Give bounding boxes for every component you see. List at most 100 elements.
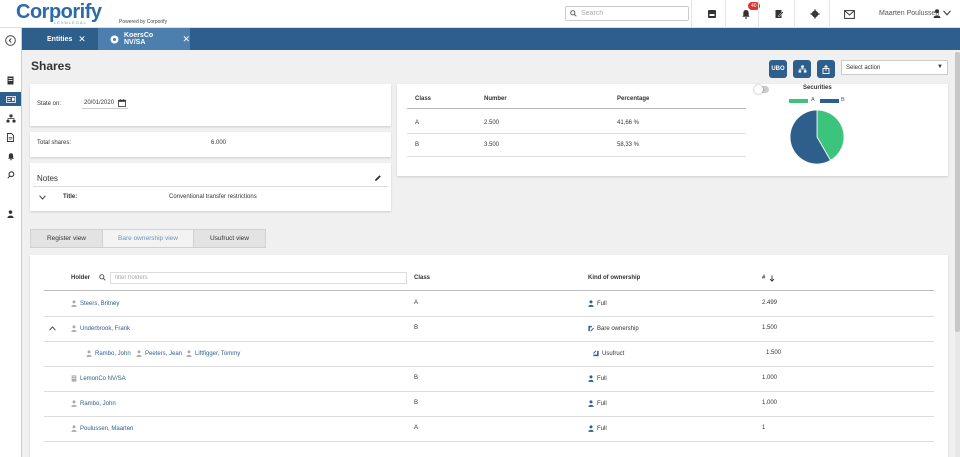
- tab-entities[interactable]: Entities ✕: [47, 28, 86, 50]
- cell-class: A: [415, 120, 420, 126]
- holder-count: 1.500: [766, 350, 782, 356]
- securities-card: [397, 84, 948, 176]
- ubo-button[interactable]: UBO: [769, 60, 787, 78]
- search-icon: [6, 171, 14, 179]
- tab-label: KoersCo NV/SA: [123, 32, 154, 46]
- sidebar-item-user[interactable]: [0, 207, 21, 221]
- view-label: Usufruct view: [209, 235, 249, 242]
- holder-kind: Usufruct: [593, 350, 624, 357]
- notes-heading: Notes: [37, 174, 58, 183]
- holder-name[interactable]: Rambo, John: [71, 400, 116, 407]
- sidebar-item-search[interactable]: [0, 168, 21, 182]
- sidebar-item-files[interactable]: [0, 130, 21, 144]
- holder-kind-text: Full: [597, 426, 607, 433]
- person-icon: [186, 350, 192, 357]
- tab-register-view[interactable]: Register view: [30, 229, 103, 248]
- usufruct-icon: [593, 350, 599, 357]
- pie-chart[interactable]: [788, 108, 846, 166]
- user-icon[interactable]: [933, 9, 941, 18]
- entity-icon: [110, 35, 119, 43]
- chevron-up-icon[interactable]: [49, 326, 56, 331]
- settings-button[interactable]: [794, 0, 834, 28]
- row-divider: [44, 416, 934, 417]
- select-action-dropdown[interactable]: Select action ▼: [841, 60, 948, 75]
- holder-count: 1.000: [762, 400, 778, 406]
- export-icon: [822, 64, 830, 74]
- holder-class: B: [414, 400, 419, 406]
- note-title-label: Title:: [63, 194, 78, 200]
- usufructuary-name[interactable]: Peeters, Jean: [136, 350, 182, 357]
- powered-by: Powered by Corporify: [119, 19, 168, 25]
- close-icon[interactable]: ✕: [78, 34, 86, 45]
- table-header-divider: [44, 290, 934, 291]
- filter-holders-input[interactable]: [110, 272, 407, 284]
- holder-name-text: Poulussen, Maarten: [80, 426, 134, 433]
- holder-kind-text: Full: [597, 376, 607, 383]
- search-icon: [99, 274, 106, 281]
- bare-ownership-icon: [588, 325, 594, 332]
- col-class: Class: [414, 275, 431, 281]
- holder-count: 2.499: [762, 300, 778, 306]
- search-input[interactable]: [581, 10, 681, 17]
- bell-icon: [741, 10, 750, 19]
- col-count[interactable]: #: [762, 275, 765, 281]
- view-label: Register view: [46, 235, 86, 242]
- user-name[interactable]: Maarten Poulussen: [879, 10, 939, 17]
- sidebar-item-alerts[interactable]: [0, 149, 21, 163]
- page-title: Shares: [31, 59, 72, 73]
- search-box[interactable]: [565, 6, 689, 21]
- messages-button[interactable]: [829, 0, 869, 28]
- scrollbar-thumb[interactable]: [955, 52, 960, 332]
- total-value: 6.000: [211, 140, 227, 146]
- holder-name[interactable]: Underbrook, Frank: [71, 325, 130, 332]
- sidebar-toggle[interactable]: [0, 33, 21, 47]
- usufructuary-name[interactable]: Liftfigger, Tommy: [186, 350, 240, 357]
- cell-number: 3.500: [484, 142, 500, 148]
- holder-name[interactable]: LemonCo NV/SA: [71, 375, 126, 382]
- pencil-icon[interactable]: [374, 174, 382, 182]
- full-ownership-icon: [588, 400, 594, 407]
- row-divider: [44, 366, 934, 367]
- export-button[interactable]: [817, 60, 835, 78]
- top-bar: Corporify LEXMLEGAL Powered by Corporify…: [0, 0, 960, 28]
- page-scrollbar[interactable]: [955, 52, 960, 457]
- sidebar-item-shares[interactable]: [0, 92, 21, 106]
- holder-kind-text: Full: [597, 301, 607, 308]
- sidebar-item-structure[interactable]: [0, 111, 21, 125]
- notes-divider: [33, 186, 388, 187]
- tab-bare-ownership-view[interactable]: Bare ownership view: [102, 229, 194, 248]
- sitemap-icon: [6, 114, 15, 122]
- structure-button[interactable]: [793, 60, 811, 78]
- edit-document-button[interactable]: [758, 0, 798, 28]
- calendar-icon[interactable]: [118, 99, 126, 107]
- holder-class: B: [414, 325, 419, 331]
- chart-toggle[interactable]: [754, 85, 769, 94]
- usufructuary-name-text: Liftfigger, Tommy: [195, 351, 241, 358]
- row-divider: [44, 441, 934, 442]
- sidebar-item-documents[interactable]: [0, 73, 21, 87]
- chevron-down-icon[interactable]: [39, 195, 46, 200]
- usufructuary-name[interactable]: Rambo, John: [86, 350, 131, 357]
- notes-card: [30, 163, 391, 211]
- holder-count: 1: [762, 425, 766, 431]
- row-divider: [44, 341, 934, 342]
- sort-down-icon[interactable]: [769, 275, 775, 282]
- close-icon[interactable]: ✕: [182, 34, 190, 45]
- tab-koersco[interactable]: KoersCo NV/SA ✕: [98, 28, 190, 50]
- sitemap-icon: [798, 65, 806, 73]
- usufructuary-name-text: Peeters, Jean: [145, 351, 183, 358]
- holder-kind: Full: [588, 300, 607, 307]
- holder-name[interactable]: Steers, Britney: [71, 300, 119, 307]
- view-label: Bare ownership view: [118, 235, 178, 242]
- chevron-down-icon[interactable]: [943, 10, 951, 16]
- tab-usufruct-view[interactable]: Usufruct view: [193, 229, 266, 248]
- holder-name[interactable]: Poulussen, Maarten: [71, 425, 133, 432]
- user-icon: [7, 210, 14, 218]
- col-number: Number: [484, 96, 507, 102]
- person-icon: [86, 350, 92, 357]
- holder-kind-text: Full: [597, 401, 607, 408]
- usufructuary-name-text: Rambo, John: [95, 351, 131, 358]
- col-class: Class: [415, 96, 432, 102]
- legend-swatch-b: [820, 99, 839, 103]
- collapse-icon: [5, 34, 16, 46]
